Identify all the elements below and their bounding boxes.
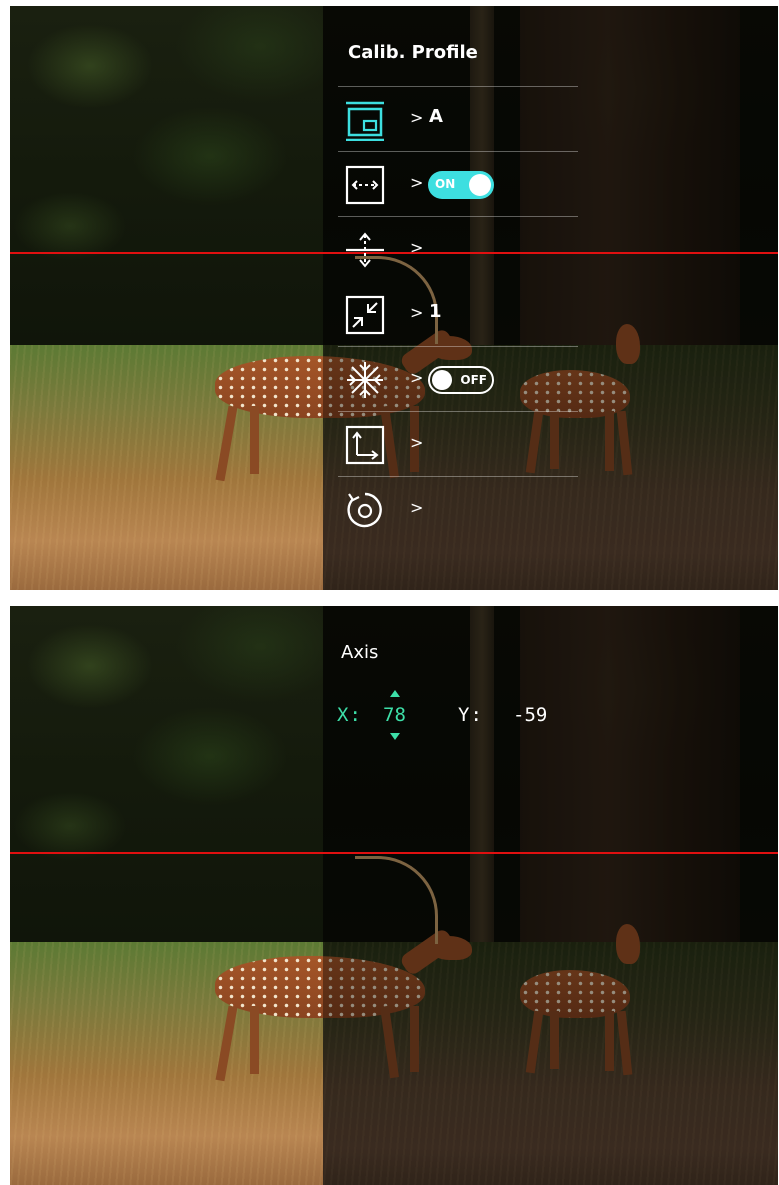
- arrow-down-icon[interactable]: [390, 733, 400, 740]
- freeze-snowflake-icon: [347, 362, 383, 398]
- axis-x-value[interactable]: 78: [383, 704, 406, 726]
- menu-item-zoom-scale[interactable]: > 1: [338, 281, 578, 346]
- reticle-horizontal-line: [10, 852, 778, 854]
- chevron-right-icon: >: [410, 498, 424, 517]
- chevron-right-icon: >: [410, 173, 424, 192]
- menu-item-horizontal-distance[interactable]: > ON: [338, 151, 578, 216]
- toggle-knob: [469, 174, 491, 196]
- profile-value: A: [429, 106, 443, 127]
- chevron-right-icon: >: [410, 368, 424, 387]
- menu-item-freeze[interactable]: > OFF: [338, 346, 578, 411]
- arrow-up-icon[interactable]: [390, 690, 400, 697]
- chevron-right-icon: >: [410, 433, 424, 452]
- axis-x-label: X:: [337, 704, 362, 726]
- distance-toggle[interactable]: ON: [428, 171, 494, 199]
- chevron-right-icon: >: [410, 238, 424, 257]
- vertical-adjust-icon: [346, 232, 384, 268]
- menu-title: Calib. Profile: [348, 42, 478, 63]
- toggle-knob: [432, 370, 452, 390]
- menu-item-reset[interactable]: >: [338, 476, 578, 541]
- horizontal-distance-icon: [345, 165, 385, 205]
- chevron-right-icon: >: [410, 303, 424, 322]
- reset-rotate-icon: [347, 492, 382, 528]
- toggle-label: ON: [435, 177, 456, 191]
- calibration-screen: Calib. Profile > A > ON > > 1 > OFF > >: [10, 6, 778, 590]
- freeze-toggle[interactable]: OFF: [428, 366, 494, 394]
- axis-y-label: Y:: [458, 704, 483, 726]
- axis-adjust-screen: Axis X: 78 Y: -59: [10, 606, 778, 1185]
- axis-y-value[interactable]: -59: [513, 704, 547, 726]
- toggle-label: OFF: [460, 373, 487, 387]
- axis-corner-icon: [345, 425, 385, 465]
- menu-item-vertical-adjust[interactable]: >: [338, 216, 578, 281]
- zoom-value: 1: [429, 301, 442, 322]
- menu-item-profile[interactable]: > A: [338, 86, 578, 151]
- menu-item-axis[interactable]: >: [338, 411, 578, 476]
- zoom-scale-icon: [345, 295, 385, 335]
- chevron-right-icon: >: [410, 108, 424, 127]
- calib-profile-icon: [346, 101, 384, 141]
- axis-title: Axis: [341, 642, 379, 663]
